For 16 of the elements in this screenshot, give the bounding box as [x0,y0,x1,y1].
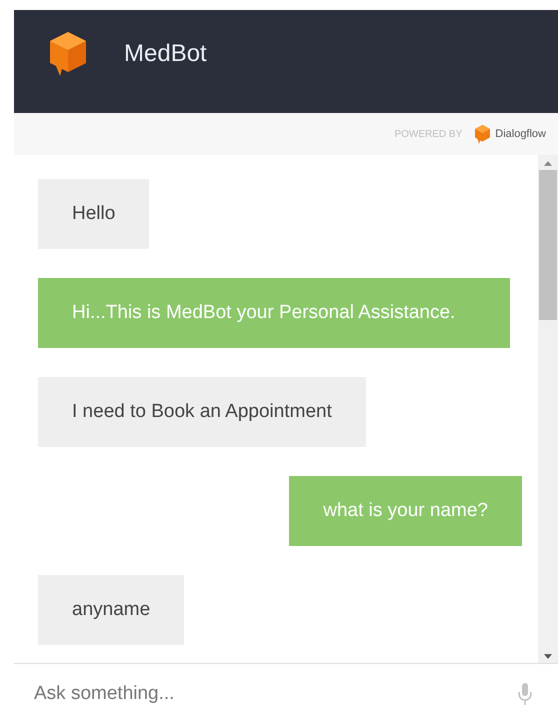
scrollbar[interactable] [538,155,558,663]
microphone-icon[interactable] [518,682,532,706]
message-bubble: I need to Book an Appointment [38,377,366,447]
message-bubble: anyname [38,575,184,645]
message-bubble: Hello [38,179,150,249]
bot-name: MedBot [124,40,207,68]
bubble-logo-icon [474,124,492,144]
scroll-up-icon[interactable] [544,161,552,166]
message-bubble: Hi...This is MedBot your Personal Assistance. [38,278,510,348]
powered-by-label: POWERED BY [394,128,462,140]
brand-name: Dialogflow [495,128,546,140]
message-input[interactable]: Ask something... [34,683,518,705]
cube-logo-icon [48,30,88,78]
scroll-thumb[interactable] [539,170,557,320]
scroll-down-icon[interactable] [544,654,552,659]
message-bubble: what is your name? [289,476,522,546]
